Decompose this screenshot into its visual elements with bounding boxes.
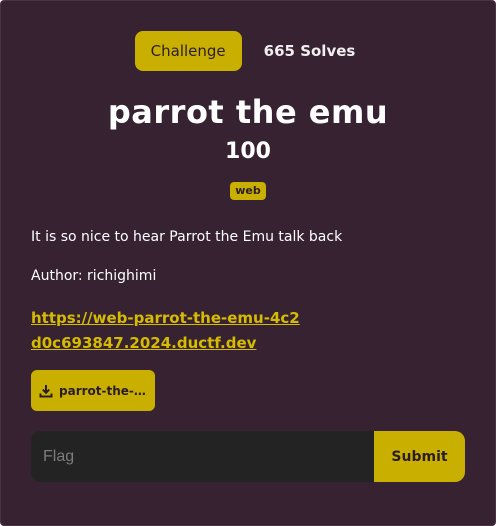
challenge-tabs: Challenge 665 Solves	[1, 31, 495, 71]
tab-solves-label: 665 Solves	[263, 42, 356, 60]
download-file-button[interactable]: parrot-the-…	[31, 370, 155, 411]
tab-solves[interactable]: 665 Solves	[258, 31, 362, 71]
flag-form: Submit	[31, 431, 465, 482]
download-file-label: parrot-the-…	[59, 383, 146, 398]
tab-challenge[interactable]: Challenge	[134, 31, 242, 71]
challenge-modal: Challenge 665 Solves parrot the emu 100 …	[0, 0, 496, 526]
submit-button[interactable]: Submit	[374, 431, 465, 482]
tag-list: web	[1, 182, 495, 200]
tab-challenge-label: Challenge	[150, 42, 226, 60]
challenge-author: Author: richighimi	[31, 268, 157, 284]
challenge-link[interactable]: https://web-parrot-the-emu-4c2d0c693847.…	[31, 306, 301, 356]
tag-badge: web	[230, 182, 266, 200]
flag-input[interactable]	[31, 431, 374, 482]
challenge-points: 100	[225, 139, 271, 164]
download-icon	[39, 384, 53, 397]
challenge-description: It is so nice to hear Parrot the Emu tal…	[31, 229, 343, 245]
challenge-title: parrot the emu	[107, 93, 389, 131]
